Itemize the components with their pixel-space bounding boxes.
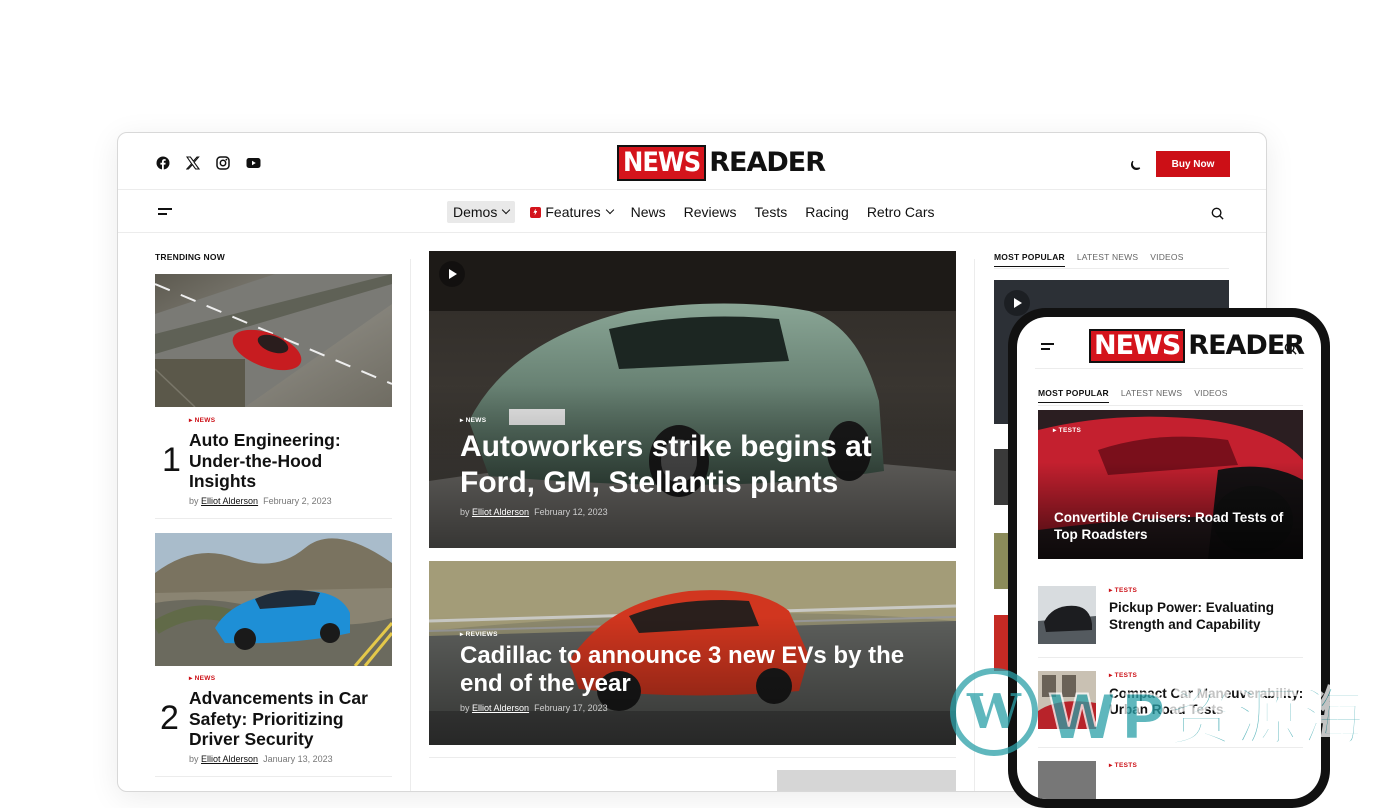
featured-1-category[interactable]: ▸ NEWS	[460, 416, 486, 424]
instagram-icon[interactable]	[216, 155, 230, 170]
nav-item-demos[interactable]: Demos	[447, 201, 516, 223]
logo-news: NEWS	[617, 145, 707, 181]
phone-hero-title[interactable]: Convertible Cruisers: Road Tests of Top …	[1054, 510, 1294, 543]
wordpress-logo-icon: W	[950, 668, 1038, 756]
trending-2-number: 2	[160, 699, 179, 737]
post-date: January 13, 2023	[263, 754, 333, 764]
trending-2-title[interactable]: Advancements in Car Safety: Prioritizing…	[189, 688, 384, 750]
post-date: February 2, 2023	[263, 496, 332, 506]
tab-most-popular[interactable]: MOST POPULAR	[994, 252, 1065, 267]
x-icon[interactable]	[185, 155, 201, 170]
logo-news: NEWS	[1089, 329, 1186, 363]
watermark-text: WP资源海	[1047, 680, 1368, 755]
nav-item-news[interactable]: News	[622, 201, 675, 223]
flash-icon	[530, 206, 542, 218]
meta-by: by	[189, 496, 199, 506]
phone-hero-category[interactable]: ▸ TESTS	[1053, 426, 1081, 434]
phone-thumb-1[interactable]	[1038, 586, 1096, 644]
divider	[155, 776, 392, 777]
logo-reader: READER	[709, 147, 826, 178]
tab-latest-news[interactable]: LATEST NEWS	[1121, 388, 1182, 403]
chevron-down-icon	[605, 205, 614, 215]
social-links	[156, 155, 261, 170]
trending-1-meta: by Elliot Alderson February 2, 2023	[189, 496, 332, 506]
phone-thumb-3[interactable]	[1038, 761, 1096, 799]
author-link[interactable]: Elliot Alderson	[201, 496, 258, 506]
trending-image-1[interactable]	[155, 274, 392, 407]
meta-by: by	[460, 703, 470, 713]
author-link[interactable]: Elliot Alderson	[472, 703, 529, 713]
nav-item-retro-cars[interactable]: Retro Cars	[858, 201, 944, 223]
trending-1-title[interactable]: Auto Engineering: Under-the-Hood Insight…	[189, 430, 379, 492]
featured-2-category[interactable]: ▸ REVIEWS	[460, 630, 498, 638]
tab-latest-news[interactable]: LATEST NEWS	[1077, 252, 1138, 267]
post-date: February 12, 2023	[534, 507, 608, 517]
main-nav: Demos Features News Reviews Tests Racing…	[118, 191, 1266, 233]
divider	[155, 518, 392, 519]
search-icon[interactable]	[1211, 205, 1224, 220]
tab-videos[interactable]: VIDEOS	[1194, 388, 1227, 403]
featured-2-meta: by Elliot Alderson February 17, 2023	[460, 703, 608, 713]
nav-item-label: Features	[545, 204, 601, 220]
divider	[994, 268, 1229, 269]
play-icon[interactable]	[439, 261, 465, 287]
facebook-icon[interactable]	[156, 155, 170, 170]
author-link[interactable]: Elliot Alderson	[201, 754, 258, 764]
article-thumbnail[interactable]	[777, 770, 956, 791]
trending-image-2[interactable]	[155, 533, 392, 666]
right-tabs: MOST POPULAR LATEST NEWS VIDEOS	[994, 252, 1184, 267]
buy-now-button[interactable]: Buy Now	[1156, 151, 1230, 177]
trending-1-number: 1	[162, 441, 181, 479]
menu-icon[interactable]	[158, 208, 172, 216]
meta-by: by	[189, 754, 199, 764]
site-logo[interactable]: NEWS READER	[617, 145, 826, 181]
tab-videos[interactable]: VIDEOS	[1150, 252, 1183, 267]
top-bar: NEWS READER Buy Now	[118, 133, 1266, 190]
trending-now-label: TRENDING NOW	[155, 252, 225, 262]
trending-2-meta: by Elliot Alderson January 13, 2023	[189, 754, 333, 764]
trending-2-category[interactable]: ▸ NEWS	[189, 674, 215, 682]
divider	[1035, 368, 1303, 369]
menu-icon[interactable]	[1041, 343, 1054, 351]
phone-item-3-category[interactable]: ▸ TESTS	[1109, 761, 1137, 769]
post-date: February 17, 2023	[534, 703, 608, 713]
tab-most-popular[interactable]: MOST POPULAR	[1038, 388, 1109, 403]
featured-2-title[interactable]: Cadillac to announce 3 new EVs by the en…	[460, 642, 930, 698]
watermark: W WP资源海	[950, 662, 1370, 762]
nav-item-racing[interactable]: Racing	[796, 201, 858, 223]
trending-1-category[interactable]: ▸ NEWS	[189, 416, 215, 424]
divider	[1038, 405, 1303, 406]
phone-item-1-title[interactable]: Pickup Power: Evaluating Strength and Ca…	[1109, 600, 1299, 633]
divider	[429, 757, 956, 758]
phone-logo[interactable]: NEWS READER	[1089, 329, 1305, 363]
phone-item-1-category[interactable]: ▸ TESTS	[1109, 586, 1137, 594]
nav-item-features[interactable]: Features	[521, 201, 621, 223]
youtube-icon[interactable]	[246, 155, 261, 169]
divider	[1038, 657, 1303, 658]
nav-menu: Demos Features News Reviews Tests Racing…	[447, 201, 944, 223]
chevron-down-icon	[502, 205, 511, 215]
nav-item-label: Demos	[453, 204, 498, 220]
featured-image-1[interactable]	[429, 251, 956, 548]
dark-mode-icon[interactable]	[1129, 157, 1141, 170]
author-link[interactable]: Elliot Alderson	[472, 507, 529, 517]
featured-1-title[interactable]: Autoworkers strike begins at Ford, GM, S…	[460, 429, 930, 501]
featured-1-meta: by Elliot Alderson February 12, 2023	[460, 507, 608, 517]
meta-by: by	[460, 507, 470, 517]
search-icon[interactable]	[1284, 340, 1297, 359]
column-divider	[410, 259, 411, 791]
nav-item-reviews[interactable]: Reviews	[675, 201, 746, 223]
nav-item-tests[interactable]: Tests	[746, 201, 797, 223]
phone-tabs: MOST POPULAR LATEST NEWS VIDEOS	[1038, 388, 1228, 403]
